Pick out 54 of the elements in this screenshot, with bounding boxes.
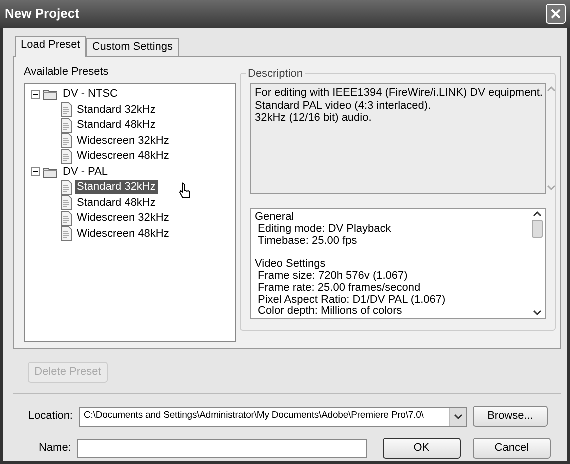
description-line: 32kHz (12/16 bit) audio.: [255, 112, 373, 124]
tree-item[interactable]: Standard 48kHz: [75, 118, 158, 132]
tree-item[interactable]: DV - NTSC: [61, 87, 120, 102]
tree-item[interactable]: Standard 48kHz: [75, 196, 158, 210]
document-icon: [60, 195, 72, 210]
document-icon: [60, 180, 72, 195]
document-icon: [60, 102, 72, 118]
ok-button[interactable]: OK: [382, 438, 461, 459]
collapse-icon[interactable]: [31, 167, 40, 176]
document-icon: [60, 226, 72, 242]
tree-item[interactable]: DV - PAL: [61, 164, 110, 179]
close-icon: [551, 9, 561, 19]
settings-heading: General: [255, 212, 296, 224]
settings-line: Color depth: Millions of colors: [257, 306, 404, 318]
folder-icon: [43, 87, 58, 102]
document-icon: [60, 118, 72, 133]
settings-line: Editing mode: DV Playback: [257, 224, 392, 236]
scroll-up-icon: [533, 211, 542, 217]
settings-line: Frame size: 720h 576v (1.067): [257, 270, 409, 283]
scrollbar[interactable]: [530, 209, 545, 318]
location-combo[interactable]: C:\Documents and Settings\Administrator\My Documents\Adobe\Premiere Pro\7.0\: [79, 406, 467, 426]
scroll-down-icon: [533, 310, 542, 316]
document-icon: [60, 148, 72, 164]
scrollbar[interactable]: [546, 84, 556, 193]
description-line: Standard PAL video (4:3 interlaced).: [255, 100, 432, 112]
document-icon: [60, 133, 72, 148]
close-button[interactable]: [546, 4, 566, 24]
field-label: Name:: [38, 441, 72, 456]
dropdown-icon: [454, 414, 462, 420]
document-icon: [60, 210, 72, 226]
cancel-button[interactable]: Cancel: [472, 438, 552, 459]
tab[interactable]: Custom Settings: [86, 38, 180, 56]
browse-button[interactable]: Browse...: [473, 406, 548, 427]
scroll-thumb[interactable]: [532, 220, 543, 238]
tree-item[interactable]: Widescreen 48kHz: [75, 226, 172, 241]
section-label: Available Presets: [24, 65, 110, 80]
tree-item[interactable]: Standard 32kHz: [75, 102, 158, 117]
field-label: Location:: [27, 409, 73, 424]
tree-item[interactable]: Widescreen 32kHz: [75, 134, 172, 148]
settings-line: Frame rate: 25.00 frames/second: [257, 282, 422, 295]
scroll-down-icon: [546, 185, 556, 191]
tab[interactable]: Load Preset: [15, 36, 86, 57]
settings-line: Pixel Aspect Ratio: D1/DV PAL (1.067): [257, 294, 447, 306]
collapse-icon[interactable]: [31, 90, 40, 99]
settings-line: Timebase: 25.00 fps: [257, 236, 358, 248]
group-label: Description: [246, 66, 306, 82]
pointer-icon: [179, 182, 191, 200]
description-line: For editing with IEEE1394 (FireWire/i.LINK) DV equipment.: [255, 87, 543, 100]
scroll-up-icon: [546, 86, 556, 92]
tree-item[interactable]: Widescreen 32kHz: [75, 211, 172, 226]
window-title: New Project: [5, 5, 80, 24]
name-field[interactable]: [77, 439, 367, 458]
tree-item[interactable]: Widescreen 48kHz: [75, 149, 172, 164]
settings-heading: Video Settings: [255, 259, 327, 271]
